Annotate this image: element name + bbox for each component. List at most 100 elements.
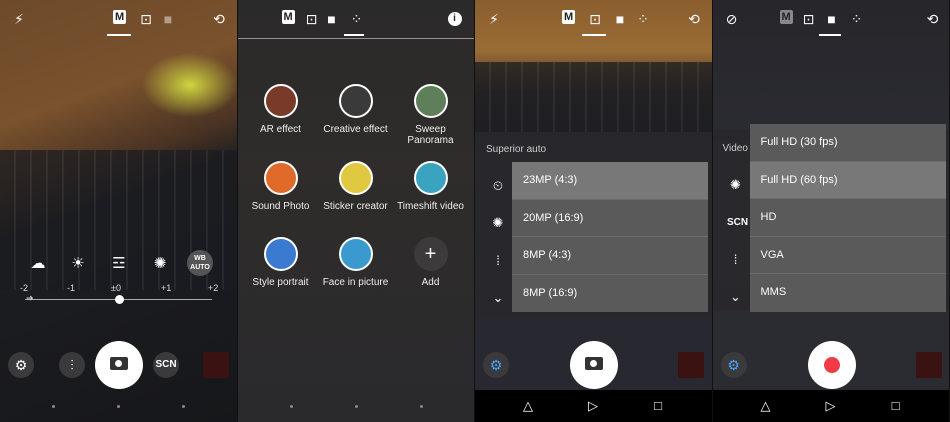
- shutter-button[interactable]: [570, 341, 618, 389]
- chevron-down-icon[interactable]: ⌄: [489, 289, 507, 307]
- camera-plus-icon[interactable]: ⊡: [136, 9, 156, 29]
- menu-item[interactable]: VGA: [749, 237, 946, 275]
- grid-icon[interactable]: ⁞: [727, 251, 745, 269]
- video-icon[interactable]: ■: [158, 9, 178, 29]
- slider-arrow-icon: ➔: [26, 293, 34, 303]
- gallery-thumbnail[interactable]: [678, 352, 704, 378]
- sliders-icon[interactable]: ⫶: [59, 352, 85, 378]
- camera-screen-manual: ⚡ M ⊡ ■ ⟲ ☁ ☀ ☲ ✺ WB AUTO -2 -1 ±0 +1 +2 …: [0, 0, 238, 422]
- active-tab-indicator: [818, 34, 841, 36]
- ar-effect-icon: [263, 84, 298, 118]
- brightness-icon[interactable]: ✺: [727, 176, 745, 194]
- apps-grid-icon[interactable]: ⁘: [847, 9, 867, 29]
- gallery-thumbnail[interactable]: [203, 352, 229, 378]
- page-dot: [117, 405, 120, 408]
- switch-camera-icon[interactable]: ⟲: [923, 9, 943, 29]
- hide-icon[interactable]: ⊘: [722, 9, 742, 29]
- mode-label: Style portrait: [252, 277, 309, 288]
- menu-item[interactable]: 23MP (4:3): [512, 162, 708, 200]
- mode-label: Sticker creator: [323, 201, 388, 212]
- gallery-thumbnail[interactable]: [915, 352, 942, 378]
- mode-ar-effect[interactable]: AR effect: [241, 84, 321, 135]
- scene-button[interactable]: SCN: [153, 352, 179, 378]
- mode-label: Face in picture: [322, 277, 389, 288]
- page-dot: [52, 405, 55, 408]
- style-portrait-icon: [263, 237, 298, 271]
- mode-sound-photo[interactable]: Sound Photo: [241, 161, 321, 212]
- brightness-icon[interactable]: ✺: [489, 214, 507, 232]
- exposure-label: -2: [20, 283, 29, 293]
- exposure-slider-knob[interactable]: [115, 295, 124, 304]
- flash-off-icon[interactable]: ⚡: [9, 9, 29, 29]
- page-dot: [182, 405, 185, 408]
- panel-title: Video: [722, 143, 748, 154]
- mode-manual-tab[interactable]: M: [779, 10, 793, 24]
- mode-manual-tab[interactable]: M: [562, 10, 576, 24]
- menu-item[interactable]: Full HD (30 fps): [749, 124, 946, 162]
- home-icon[interactable]: ▷: [585, 398, 601, 414]
- menu-item[interactable]: 20MP (16:9): [512, 200, 708, 238]
- cloudy-icon[interactable]: ☁: [26, 252, 50, 276]
- switch-camera-icon[interactable]: ⟲: [209, 9, 229, 29]
- back-icon[interactable]: △: [520, 398, 536, 414]
- timeshift-video-icon: [413, 161, 448, 195]
- mode-style-portrait[interactable]: Style portrait: [241, 237, 321, 288]
- mode-manual-tab[interactable]: M: [281, 10, 295, 24]
- camera-icon: [585, 357, 603, 370]
- home-icon[interactable]: ▷: [823, 398, 839, 414]
- menu-item[interactable]: MMS: [750, 274, 946, 312]
- camera-modes-screen: M ⊡ ■ ⁘ i AR effect Creative effect Swee…: [237, 0, 475, 422]
- fluorescent-icon[interactable]: ☲: [107, 252, 131, 276]
- mode-manual-tab[interactable]: M: [113, 10, 127, 24]
- sound-photo-icon: [263, 161, 298, 195]
- settings-gear-icon[interactable]: ⚙: [8, 352, 34, 378]
- mode-timeshift-video[interactable]: Timeshift video: [391, 161, 471, 212]
- recents-icon[interactable]: □: [650, 398, 666, 414]
- menu-item[interactable]: 8MP (16:9): [512, 275, 708, 313]
- mode-creative-effect[interactable]: Creative effect: [316, 84, 396, 135]
- menu-item[interactable]: Full HD (60 fps): [749, 161, 946, 200]
- video-size-menu: Full HD (30 fps) Full HD (60 fps) HD VGA…: [749, 124, 946, 312]
- video-icon[interactable]: ■: [822, 9, 842, 29]
- mode-sticker-creator[interactable]: Sticker creator: [316, 161, 396, 212]
- video-icon[interactable]: ■: [322, 9, 342, 29]
- mode-face-in-picture[interactable]: Face in picture: [316, 237, 396, 288]
- chevron-down-icon[interactable]: ⌄: [727, 288, 745, 306]
- switch-camera-icon[interactable]: ⟲: [684, 9, 704, 29]
- exposure-label: ±0: [111, 283, 121, 293]
- recents-icon[interactable]: □: [888, 398, 904, 414]
- add-icon: +: [413, 237, 448, 271]
- incandescent-icon[interactable]: ✺: [148, 252, 172, 276]
- apps-grid-icon[interactable]: ⁘: [347, 9, 367, 29]
- top-bar: M ⊡ ■ ⁘ i: [238, 0, 475, 38]
- menu-item[interactable]: HD: [749, 199, 946, 237]
- back-icon[interactable]: △: [758, 398, 774, 414]
- flash-off-icon[interactable]: ⚡: [484, 9, 504, 29]
- android-navbar: △ ▷ □: [712, 390, 949, 422]
- record-button[interactable]: [807, 341, 856, 389]
- camera-plus-icon[interactable]: ⊡: [302, 9, 322, 29]
- info-icon[interactable]: i: [447, 12, 462, 26]
- apps-grid-icon[interactable]: ⁘: [633, 9, 653, 29]
- page-dot: [419, 405, 423, 408]
- page-dot: [289, 405, 293, 408]
- menu-item[interactable]: 8MP (4:3): [512, 237, 708, 275]
- top-bar: ⊘ M ⊡ ■ ⁘ ⟲: [713, 0, 950, 38]
- self-timer-icon[interactable]: ⏲: [489, 177, 507, 195]
- exposure-label: +1: [161, 283, 172, 293]
- mode-add[interactable]: + Add: [391, 237, 471, 288]
- shutter-button[interactable]: [95, 341, 143, 389]
- settings-gear-icon[interactable]: ⚙: [483, 352, 509, 378]
- mode-sweep-panorama[interactable]: Sweep Panorama: [391, 84, 471, 146]
- settings-gear-icon[interactable]: ⚙: [720, 352, 747, 378]
- camera-plus-icon[interactable]: ⊡: [799, 9, 819, 29]
- wb-auto-button[interactable]: WB AUTO: [187, 250, 213, 276]
- scene-label[interactable]: SCN: [726, 214, 750, 232]
- mode-label: AR effect: [260, 124, 301, 135]
- active-tab-indicator: [343, 34, 364, 36]
- grid-icon[interactable]: ⁞: [489, 252, 507, 270]
- video-icon[interactable]: ■: [610, 9, 630, 29]
- daylight-icon[interactable]: ☀: [66, 252, 90, 276]
- active-tab-indicator: [107, 34, 131, 36]
- camera-plus-icon[interactable]: ⊡: [585, 9, 605, 29]
